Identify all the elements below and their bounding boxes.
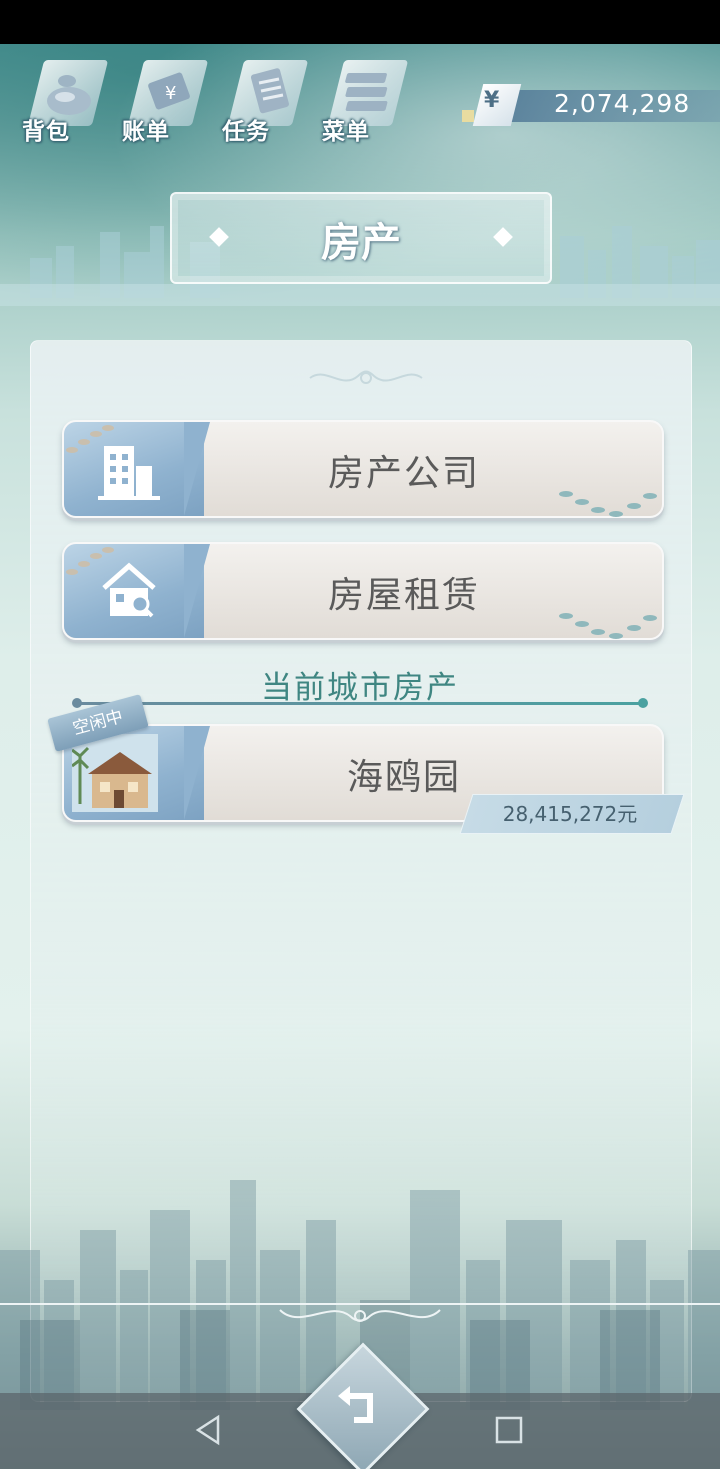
property-price: 28,415,272元 [502,802,638,826]
nav-back-icon[interactable] [186,1407,232,1453]
svg-text:¥: ¥ [165,83,176,104]
bill-label: 账单 [122,119,170,145]
leaf-ornament [66,547,114,575]
leaf-ornament [66,425,114,453]
leaf-ornament [559,491,657,517]
real-estate-company-label: 房产公司 [327,453,480,494]
task-button[interactable]: 任务 [218,54,314,146]
page-title-plaque: 房产 [170,192,552,284]
bag-button[interactable]: 背包 [18,54,114,146]
bill-button[interactable]: ¥ 账单 [118,54,214,146]
section-title: 当前城市房产 [261,670,459,706]
section-divider [72,698,648,708]
house-rental-label: 房屋租赁 [327,575,480,616]
coin-icon [462,110,474,122]
leaf-ornament [559,613,657,639]
nav-recents-icon[interactable] [486,1407,532,1453]
menu-button[interactable]: 菜单 [318,54,414,146]
status-bar [0,0,720,44]
menu-label: 菜单 [322,119,370,145]
currency-symbol: ¥ [484,88,500,113]
house-thumbnail-icon [71,734,158,812]
flourish-ornament-bottom [0,1303,720,1322]
return-arrow-icon [338,1386,373,1423]
flourish-ornament-top [309,370,423,384]
wallet-display: ¥ 2,074,298 [462,84,720,126]
property-name: 海鸥园 [346,757,461,798]
top-menu: 背包 ¥ 账单 任务 菜单 [18,54,438,150]
page-title: 房产 [321,220,401,266]
task-label: 任务 [222,119,270,145]
wallet-amount: 2,074,298 [554,89,691,118]
bag-label: 背包 [22,119,70,145]
